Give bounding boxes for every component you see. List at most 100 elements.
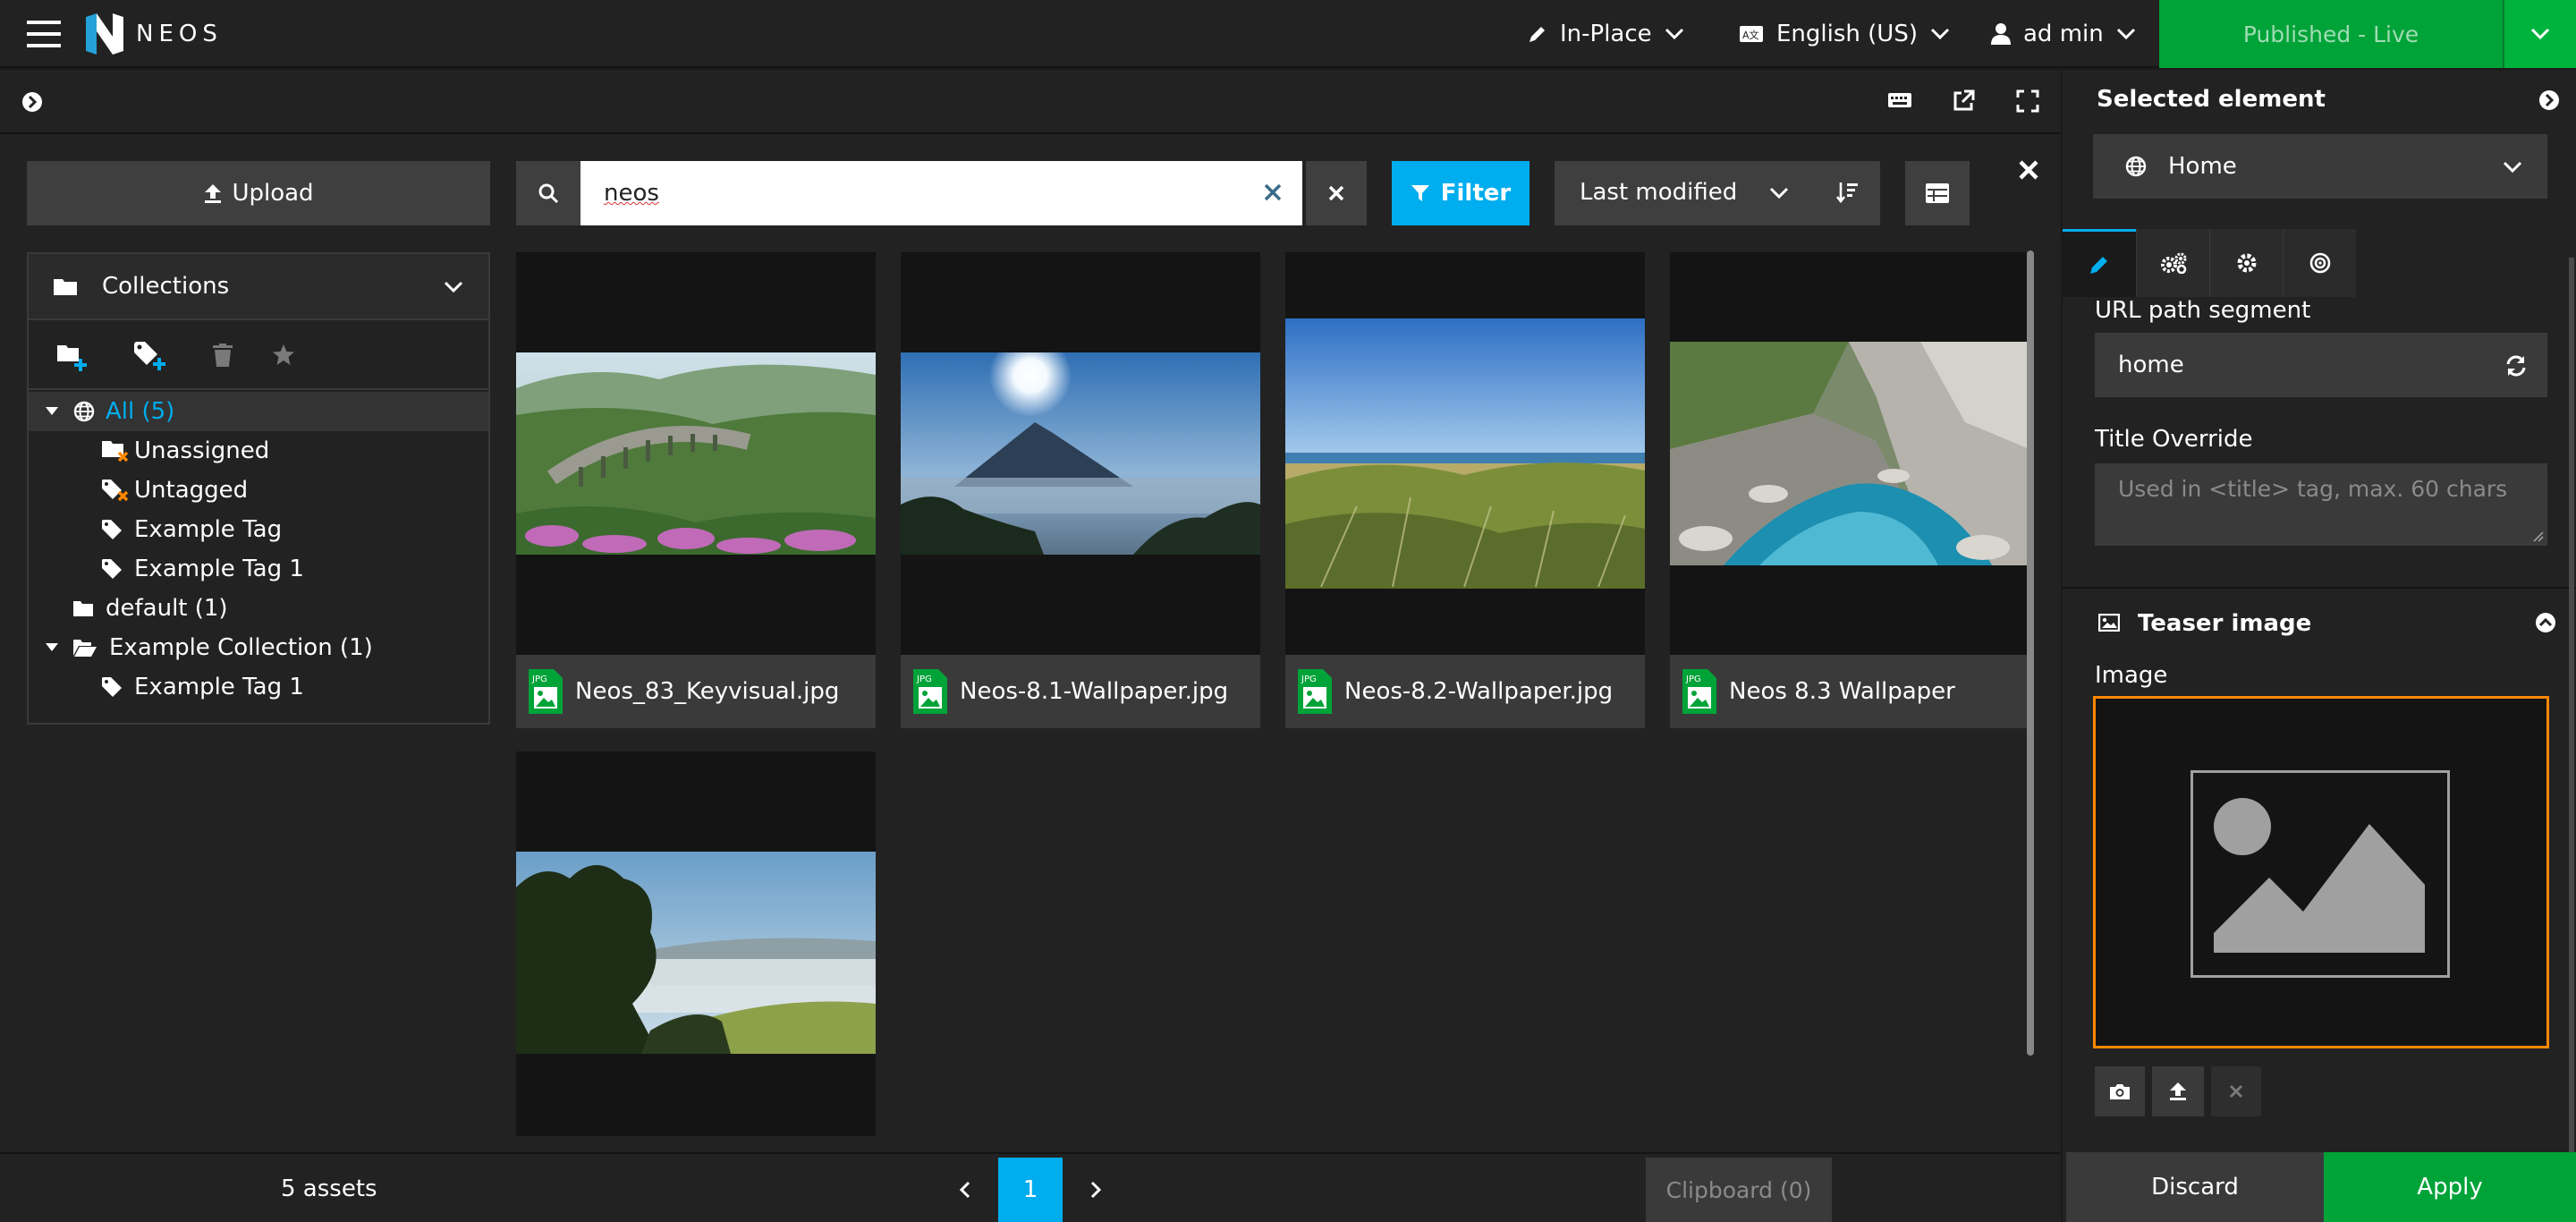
resize-handle-icon[interactable] <box>2531 530 2544 542</box>
neos-logo-icon <box>86 13 123 55</box>
asset-caption: JPG Neos_83_Keyvisual.jpg <box>516 655 876 728</box>
tree-item-example-tag-1-nested[interactable]: Example Tag 1 <box>29 667 488 707</box>
tree-label: Example Tag 1 <box>134 674 304 700</box>
upload-label: Upload <box>232 180 314 207</box>
media-browser-button[interactable] <box>2095 1066 2145 1116</box>
filter-button[interactable]: Filter <box>1392 161 1530 225</box>
tab-settings[interactable] <box>2209 229 2283 297</box>
asset-tile[interactable]: JPG Neos_83_Keyvisual.jpg <box>516 252 876 728</box>
asset-count: 5 assets <box>281 1175 377 1202</box>
upload-icon <box>2170 1082 2186 1100</box>
user-icon <box>1991 23 2011 45</box>
delete-icon[interactable] <box>213 344 233 367</box>
tree-item-example-tag-1[interactable]: Example Tag 1 <box>29 549 488 589</box>
clear-search-icon[interactable] <box>1263 182 1283 202</box>
tag-icon <box>102 677 122 697</box>
teaser-section-header[interactable]: Teaser image <box>2063 589 2576 660</box>
tree-item-example-collection[interactable]: Example Collection (1) <box>29 628 488 667</box>
sort-direction-icon[interactable] <box>1835 181 1859 204</box>
tree-label: Example Collection (1) <box>109 634 373 661</box>
tree-item-unassigned[interactable]: Unassigned <box>29 431 488 471</box>
caret-down-icon[interactable] <box>45 406 59 417</box>
reset-search-button[interactable] <box>1306 161 1367 225</box>
asset-name: Neos_83_Keyvisual.jpg <box>575 678 840 705</box>
jpg-file-icon: JPG <box>529 669 563 714</box>
tab-content[interactable] <box>2063 229 2136 297</box>
tree-item-untagged[interactable]: Untagged <box>29 471 488 510</box>
tab-seo[interactable] <box>2283 229 2356 297</box>
search-input[interactable]: neos <box>580 161 1302 225</box>
upload-button[interactable]: Upload <box>27 161 490 225</box>
title-override-textarea[interactable]: Used in <title> tag, max. 60 chars <box>2095 463 2547 546</box>
teaser-section-title: Teaser image <box>2138 610 2312 637</box>
url-path-input[interactable]: home <box>2095 333 2547 397</box>
upload-image-button[interactable] <box>2152 1066 2204 1116</box>
next-page-icon[interactable] <box>1080 1177 1109 1202</box>
sync-icon[interactable] <box>2504 354 2528 378</box>
add-collection-icon[interactable] <box>57 344 89 372</box>
tree-label: Example Tag 1 <box>134 556 304 582</box>
remove-image-button[interactable] <box>2211 1066 2261 1116</box>
discard-button[interactable]: Discard <box>2066 1152 2324 1222</box>
collections-header[interactable]: Collections <box>29 254 488 320</box>
collapse-inspector-icon[interactable] <box>2538 89 2560 111</box>
expand-left-sidebar-icon[interactable] <box>21 91 43 113</box>
user-menu[interactable]: ad min <box>1991 0 2136 68</box>
user-name: ad min <box>2023 21 2104 47</box>
neos-logo[interactable]: NEOS <box>86 0 223 68</box>
list-view-button[interactable] <box>1905 161 1970 225</box>
asset-thumbnail <box>901 352 1260 555</box>
page-1-button[interactable]: 1 <box>998 1158 1063 1222</box>
search-button[interactable] <box>516 161 580 225</box>
chevron-down-icon <box>1769 187 1789 199</box>
globe-icon <box>2125 156 2147 177</box>
image-editor-dropzone[interactable] <box>2093 696 2549 1048</box>
collections-panel: Collections All (5) Unassigned Untagged … <box>27 252 490 725</box>
apply-button[interactable]: Apply <box>2324 1152 2576 1222</box>
tree-label: All (5) <box>106 398 175 425</box>
keyboard-icon[interactable] <box>1887 89 1912 111</box>
url-path-label: URL path segment <box>2095 297 2311 324</box>
asset-thumbnail <box>516 852 876 1054</box>
publish-dropdown-button[interactable] <box>2503 0 2576 68</box>
publish-button[interactable]: Published - Live <box>2159 0 2503 68</box>
close-media-browser-icon[interactable] <box>2011 152 2046 188</box>
pencil-icon <box>2090 256 2107 274</box>
node-selector[interactable]: Home <box>2093 134 2547 199</box>
asset-name: Neos 8.3 Wallpaper <box>1729 678 1955 705</box>
asset-tile[interactable]: JPG Neos-8.1-Wallpaper.jpg <box>901 252 1260 728</box>
tree-label: default (1) <box>106 595 228 622</box>
tree-item-all[interactable]: All (5) <box>29 392 488 431</box>
globe-icon <box>73 401 95 422</box>
menu-icon[interactable] <box>27 0 63 68</box>
edit-mode-selector[interactable]: In-Place <box>1528 0 1684 68</box>
add-tag-icon[interactable] <box>134 342 166 372</box>
svg-text:JPG: JPG <box>916 675 932 684</box>
sort-dropdown[interactable]: Last modified <box>1555 161 1880 225</box>
fullscreen-icon[interactable] <box>2016 89 2039 113</box>
tree-item-example-tag[interactable]: Example Tag <box>29 510 488 549</box>
untagged-icon <box>102 479 129 502</box>
tab-advanced[interactable] <box>2136 229 2209 297</box>
chevron-down-icon <box>2116 28 2135 40</box>
clipboard-button[interactable]: Clipboard (0) <box>1646 1158 1832 1222</box>
asset-tile[interactable]: JPG Neos 8.3 Wallpaper <box>1670 252 2029 728</box>
star-icon[interactable] <box>272 344 295 367</box>
bullseye-icon <box>2309 252 2330 274</box>
language-selector[interactable]: A文 English (US) <box>1739 0 1950 68</box>
image-placeholder-icon <box>2190 770 2450 978</box>
node-name: Home <box>2168 153 2237 180</box>
external-link-icon[interactable] <box>1952 89 1975 113</box>
prev-page-icon[interactable] <box>952 1177 980 1202</box>
tree-item-default[interactable]: default (1) <box>29 589 488 628</box>
caret-down-icon[interactable] <box>45 642 59 653</box>
asset-tile[interactable]: JPG Neos-8.2-Wallpaper.jpg <box>1285 252 1645 728</box>
asset-grid-scrollbar[interactable] <box>2027 250 2034 1056</box>
asset-tile[interactable] <box>516 751 876 1136</box>
pencil-icon <box>1530 27 1545 42</box>
asset-thumbnail <box>516 352 876 555</box>
filter-label: Filter <box>1440 180 1512 207</box>
media-footer: 5 assets 1 Clipboard (0) <box>0 1152 2061 1222</box>
inspector-scrollbar[interactable] <box>2569 258 2574 1152</box>
close-icon <box>2229 1084 2243 1099</box>
